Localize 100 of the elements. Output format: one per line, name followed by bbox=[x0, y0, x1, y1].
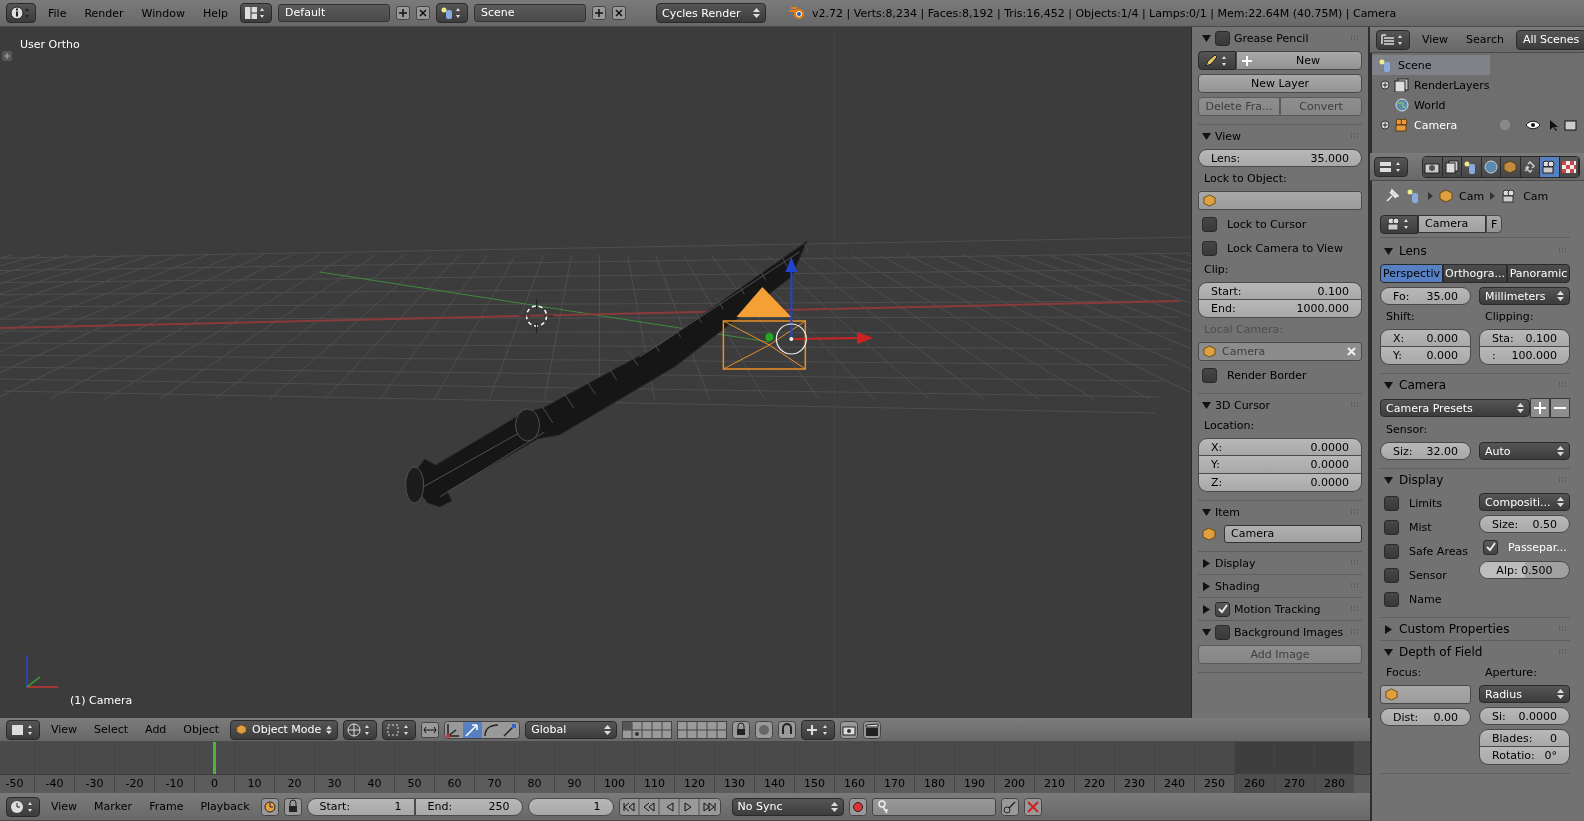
close-icon[interactable] bbox=[416, 6, 431, 20]
camera-data-selector[interactable] bbox=[1380, 214, 1418, 234]
panel-button[interactable]: New Layer bbox=[1198, 74, 1362, 93]
checkbox-label[interactable]: Render Border bbox=[1227, 368, 1307, 382]
collapsed-icon[interactable] bbox=[1384, 624, 1393, 634]
clock-icon[interactable] bbox=[260, 797, 279, 816]
record-icon[interactable] bbox=[848, 797, 867, 816]
layers-grid-icon[interactable] bbox=[622, 720, 673, 739]
panel-title[interactable]: Shading bbox=[1215, 579, 1346, 593]
panel-title[interactable]: View bbox=[1215, 129, 1346, 143]
arrows-icon[interactable] bbox=[421, 721, 440, 738]
menu-item[interactable]: Select bbox=[88, 723, 135, 736]
checkbox[interactable] bbox=[1384, 591, 1399, 607]
checkbox[interactable] bbox=[1384, 495, 1399, 511]
checkbox[interactable] bbox=[1202, 240, 1217, 256]
panel-title[interactable]: Motion Tracking bbox=[1234, 602, 1346, 616]
expand-icon[interactable] bbox=[1380, 120, 1390, 130]
snap-element-selector[interactable] bbox=[801, 719, 836, 740]
checkbox[interactable] bbox=[1483, 539, 1498, 555]
tree-row[interactable]: Scene bbox=[1372, 55, 1490, 75]
key-icon[interactable] bbox=[1000, 797, 1019, 816]
collapsed-icon[interactable] bbox=[1202, 604, 1211, 614]
playback-controls-drawing[interactable] bbox=[618, 797, 721, 816]
dropdown[interactable]: Millimeters bbox=[1479, 287, 1570, 305]
properties-tab[interactable] bbox=[1481, 156, 1501, 177]
properties-tab[interactable] bbox=[1462, 156, 1482, 177]
render-engine-dropdown[interactable]: Cycles Render bbox=[656, 3, 767, 23]
panel-title[interactable]: 3D Cursor bbox=[1215, 398, 1346, 412]
menu-item[interactable]: File bbox=[42, 6, 73, 20]
menu-item[interactable]: View bbox=[1416, 33, 1455, 46]
remove-icon[interactable] bbox=[1550, 398, 1570, 418]
add-icon[interactable] bbox=[1530, 398, 1550, 418]
pivot-selector[interactable] bbox=[382, 719, 417, 740]
number-field[interactable]: X: 0.000 bbox=[1380, 329, 1471, 347]
number-field[interactable]: Y: 0.000 bbox=[1380, 347, 1471, 365]
expanded-icon[interactable] bbox=[1202, 627, 1211, 637]
menu-item[interactable]: Playback bbox=[194, 800, 256, 813]
expanded-icon[interactable] bbox=[1384, 246, 1393, 256]
panel-title[interactable]: Depth of Field bbox=[1399, 645, 1552, 659]
number-field[interactable]: Lens: 35.000 bbox=[1198, 149, 1362, 167]
number-field[interactable]: End: 1000.000 bbox=[1198, 300, 1362, 318]
number-field[interactable]: Size: 0.50 bbox=[1479, 515, 1570, 533]
editor-type-selector[interactable] bbox=[6, 796, 40, 817]
properties-tab[interactable] bbox=[1520, 156, 1540, 177]
lock-icon[interactable] bbox=[732, 720, 751, 739]
checkbox-label[interactable]: Name bbox=[1409, 592, 1442, 606]
collapsed-icon[interactable] bbox=[1202, 581, 1211, 591]
menu-item[interactable]: Frame bbox=[143, 800, 190, 813]
manipulator-toolbar-drawing[interactable] bbox=[444, 720, 521, 739]
expanded-icon[interactable] bbox=[1384, 647, 1393, 657]
number-field[interactable]: Si: 0.0000 bbox=[1479, 707, 1570, 725]
properties-tab[interactable] bbox=[1442, 156, 1462, 177]
grease-pencil-selector[interactable] bbox=[1198, 51, 1236, 70]
segment-button[interactable]: Panoramic bbox=[1506, 264, 1570, 283]
add-icon[interactable] bbox=[592, 6, 607, 20]
mode-dropdown[interactable]: Object Mode bbox=[230, 719, 339, 740]
lock-icon[interactable] bbox=[283, 797, 302, 816]
checkbox-label[interactable]: Passepar... bbox=[1508, 540, 1567, 554]
number-field[interactable]: Blades: 0 bbox=[1479, 729, 1570, 747]
layers-grid-icon[interactable] bbox=[677, 720, 728, 739]
menu-item[interactable]: Add bbox=[139, 723, 173, 736]
frame-column[interactable]: 260 bbox=[1234, 742, 1274, 793]
menu-item[interactable]: Help bbox=[196, 6, 235, 20]
checkbox[interactable] bbox=[1202, 216, 1217, 232]
scene-selector[interactable] bbox=[436, 3, 469, 23]
clapper-icon[interactable] bbox=[863, 720, 882, 739]
shading-selector[interactable] bbox=[343, 719, 378, 740]
expanded-icon[interactable] bbox=[1202, 33, 1211, 43]
frame-column[interactable]: 280 bbox=[1314, 742, 1354, 793]
menu-item[interactable]: View bbox=[45, 723, 84, 736]
dropdown[interactable]: Compositi... bbox=[1479, 493, 1570, 511]
checkbox[interactable] bbox=[1215, 30, 1230, 46]
expanded-icon[interactable] bbox=[1384, 475, 1393, 485]
keying-set-field[interactable] bbox=[871, 797, 996, 816]
object-name-field[interactable]: Camera bbox=[1224, 525, 1362, 543]
expanded-icon[interactable] bbox=[1202, 131, 1211, 141]
editor-type-selector[interactable] bbox=[1374, 156, 1408, 177]
end-frame-field[interactable]: End: 250 bbox=[414, 797, 523, 816]
checkbox[interactable] bbox=[1384, 519, 1399, 535]
menu-item[interactable]: Search bbox=[1460, 33, 1510, 46]
properties-tab[interactable] bbox=[1559, 156, 1579, 177]
menu-item[interactable]: Render bbox=[78, 6, 130, 20]
number-field[interactable]: Start: 0.100 bbox=[1198, 282, 1362, 300]
menu-item[interactable]: Window bbox=[135, 6, 191, 20]
tree-row[interactable]: RenderLayers bbox=[1372, 75, 1490, 95]
fake-user-button[interactable]: F bbox=[1486, 215, 1503, 233]
panel-title[interactable]: Camera bbox=[1399, 378, 1552, 392]
number-field[interactable]: Fo: 35.00 bbox=[1380, 287, 1471, 305]
current-frame-field[interactable]: 1 bbox=[527, 797, 614, 816]
timeline-area[interactable]: -50 -40 -30 -20 -10 0 10 20 30 40 50 60 70 80 90 100 110 120 130 140 150 160 170 180 190 200 210 220 230 240 250 260 270 280 bbox=[0, 742, 1370, 793]
checkbox[interactable] bbox=[1202, 367, 1217, 383]
dropdown[interactable]: Auto bbox=[1479, 442, 1570, 460]
delete-key-icon[interactable] bbox=[1023, 797, 1042, 816]
new-button[interactable]: New bbox=[1236, 51, 1362, 70]
expanded-icon[interactable] bbox=[1202, 507, 1211, 517]
info-editor-button[interactable] bbox=[6, 3, 36, 23]
object-field[interactable] bbox=[1380, 685, 1471, 704]
number-field[interactable]: : 100.000 bbox=[1479, 347, 1570, 365]
close-icon[interactable] bbox=[612, 6, 627, 20]
properties-tab[interactable] bbox=[1540, 156, 1560, 177]
